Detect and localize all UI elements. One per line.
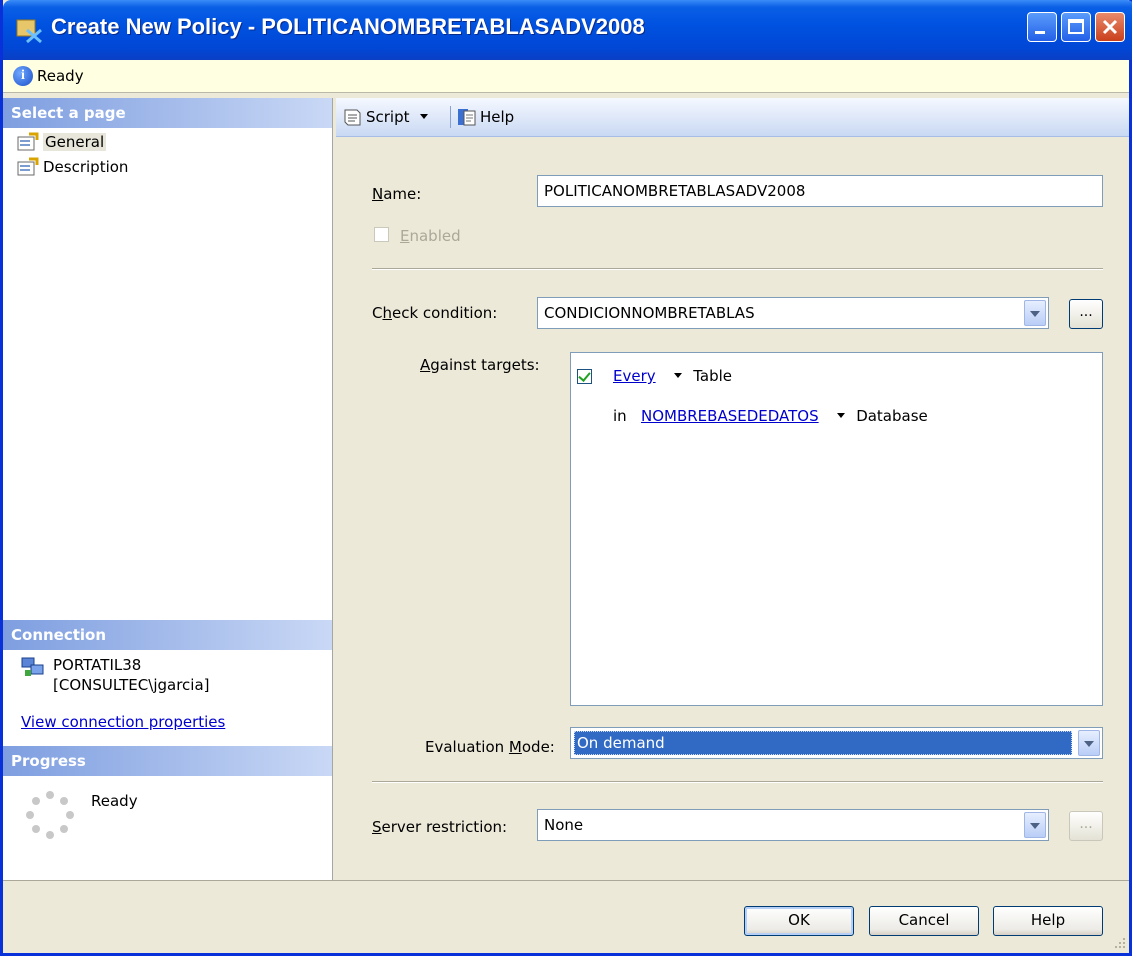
close-icon — [1102, 19, 1118, 35]
ok-button[interactable]: OK — [744, 906, 854, 936]
target-row-database: in NOMBREBASEDEDATOS Database — [613, 407, 928, 425]
toolbar-divider — [450, 106, 451, 128]
help-icon — [458, 109, 476, 126]
main-pane: Script Help Name: POLITICANOMBRETABLASAD… — [336, 98, 1129, 880]
evaluation-mode-select[interactable]: On demand — [570, 727, 1103, 759]
footer-divider — [3, 880, 1129, 881]
check-condition-browse-button[interactable]: ... — [1069, 299, 1103, 329]
targets-tree: Every Table in NOMBREBASEDEDATOS Databas… — [570, 352, 1103, 706]
maximize-icon — [1068, 19, 1084, 34]
info-icon: i — [13, 66, 33, 86]
toolbar: Script Help — [336, 98, 1129, 137]
dialog-window: Create New Policy - POLITICANOMBRETABLAS… — [0, 0, 1132, 956]
help-label: Help — [480, 108, 515, 126]
evaluation-mode-value: On demand — [574, 731, 1072, 755]
policy-icon — [16, 19, 42, 44]
script-button[interactable]: Script — [342, 107, 434, 127]
page-item-label: General — [43, 133, 107, 151]
script-label: Script — [366, 108, 410, 126]
connection-user: [CONSULTEC\jgarcia] — [53, 676, 210, 694]
server-restriction-value: None — [544, 816, 584, 834]
page-item-description[interactable]: Description — [17, 156, 128, 178]
name-field[interactable]: POLITICANOMBRETABLASADV2008 — [537, 175, 1103, 207]
page-icon — [17, 157, 39, 177]
evaluation-mode-label: Evaluation Mode: — [425, 738, 555, 756]
progress-status: Ready — [91, 792, 138, 810]
page-item-label: Description — [43, 158, 129, 176]
close-button[interactable] — [1095, 12, 1125, 42]
target-row-table: Every Table — [613, 367, 732, 385]
minimize-button[interactable] — [1027, 12, 1057, 42]
title-bar[interactable]: Create New Policy - POLITICANOMBRETABLAS… — [3, 0, 1132, 60]
connection-server: PORTATIL38 — [53, 656, 142, 674]
minimize-icon — [1035, 31, 1045, 34]
connection-header: Connection — [3, 620, 332, 650]
check-condition-select[interactable]: CONDICIONNOMBRETABLAS — [537, 297, 1049, 329]
help-button[interactable]: Help — [993, 906, 1103, 936]
server-restriction-select[interactable]: None — [537, 809, 1049, 841]
chevron-down-icon[interactable] — [419, 113, 428, 119]
server-restriction-label: Server restriction: — [372, 818, 508, 836]
status-bar: i Ready — [3, 60, 1129, 93]
check-condition-label: Check condition: — [372, 304, 498, 322]
cancel-button[interactable]: Cancel — [869, 906, 979, 936]
page-item-general[interactable]: General — [17, 131, 107, 153]
target-in-label: in — [613, 407, 627, 425]
chevron-down-icon[interactable] — [1024, 812, 1046, 838]
chevron-down-icon[interactable] — [1078, 730, 1100, 756]
chevron-down-icon[interactable] — [837, 413, 846, 418]
help-toolbar-button[interactable]: Help — [456, 107, 514, 127]
against-targets-label: Against targets: — [420, 356, 540, 374]
maximize-button[interactable] — [1061, 12, 1091, 42]
server-restriction-browse-button[interactable]: ... — [1069, 811, 1103, 841]
chevron-down-icon[interactable] — [1024, 300, 1046, 326]
view-connection-properties-link[interactable]: View connection properties — [21, 713, 225, 731]
target-table-checkbox[interactable] — [577, 369, 592, 384]
progress-header: Progress — [3, 746, 332, 776]
progress-spinner-icon — [26, 791, 74, 839]
resize-grip-icon[interactable] — [1111, 934, 1127, 950]
target-database-link[interactable]: NOMBREBASEDEDATOS — [641, 407, 819, 425]
page-icon — [17, 132, 39, 152]
enabled-checkbox[interactable] — [374, 227, 389, 242]
chevron-down-icon[interactable] — [674, 373, 683, 378]
name-label: Name: — [372, 185, 422, 203]
server-connection-icon — [21, 657, 44, 676]
check-condition-value: CONDICIONNOMBRETABLAS — [544, 304, 755, 322]
target-table-label: Table — [693, 367, 732, 385]
window-title: Create New Policy - POLITICANOMBRETABLAS… — [51, 14, 645, 39]
target-every-link[interactable]: Every — [613, 367, 656, 385]
divider — [372, 781, 1103, 783]
left-pane: Select a page General Description Connec… — [3, 98, 333, 880]
target-database-label: Database — [856, 407, 928, 425]
status-text: Ready — [37, 67, 84, 85]
select-page-header: Select a page — [3, 98, 332, 128]
divider — [372, 268, 1103, 270]
enabled-label: Enabled — [400, 227, 461, 245]
script-icon — [344, 109, 361, 126]
